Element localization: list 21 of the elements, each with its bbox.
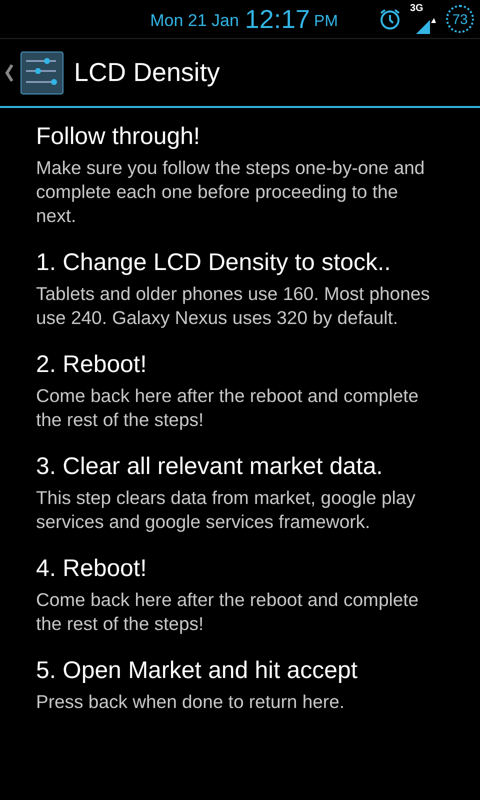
step-title: 1. Change LCD Density to stock.. — [36, 248, 392, 278]
status-time: 12:17 — [244, 2, 310, 36]
step-description: Come back here after the reboot and complete the rest of the steps! — [36, 384, 420, 432]
status-ampm: PM — [314, 12, 338, 32]
sliders-icon — [20, 50, 64, 94]
step-description: Come back here after the reboot and complete the rest of the steps! — [36, 588, 420, 636]
step-description: Tablets and older phones use 160. Most phones use 240. Galaxy Nexus uses 320 by default. — [36, 282, 431, 330]
alarm-icon — [378, 7, 402, 31]
step-description: Press back when done to return here. — [36, 690, 346, 714]
step-title: 4. Reboot! — [36, 554, 148, 584]
step-title: 2. Reboot! — [36, 350, 148, 380]
step-description: This step clears data from market, google play services and google services framework. — [36, 486, 416, 534]
network-type: 3G — [410, 4, 424, 14]
step-title: Follow through! — [36, 122, 202, 152]
step-description: Make sure you follow the steps one-by-one and complete each one before proceeding to the next. — [36, 156, 426, 228]
status-date: Mon 21 Jan — [150, 10, 239, 32]
screen-title: LCD Density — [74, 56, 220, 89]
battery-level: 73 — [452, 10, 468, 28]
step-title: 5. Open Market and hit accept — [36, 656, 359, 686]
back-caret-icon — [4, 62, 14, 82]
step-title: 3. Clear all relevant market data. — [36, 452, 384, 482]
